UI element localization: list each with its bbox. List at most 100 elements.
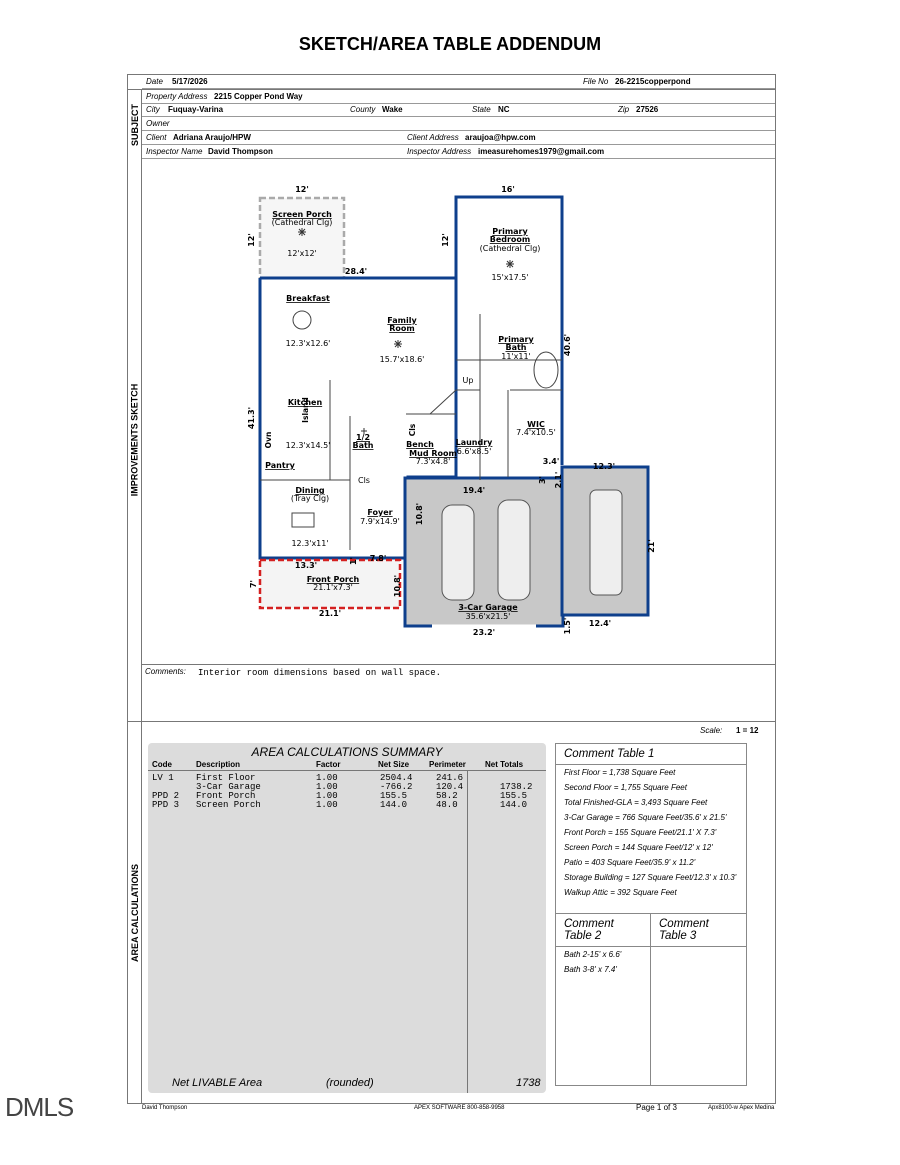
comment-table-1-title: Comment Table 1 <box>556 744 746 765</box>
net-livable-value: 1738 <box>516 1077 541 1089</box>
family-fan-icon <box>394 340 402 348</box>
breakfast-label: Breakfast <box>286 294 330 303</box>
footer-center: APEX SOFTWARE 800-858-9958 <box>414 1105 505 1111</box>
col-description: Description <box>196 760 241 769</box>
primary-bedroom-dim: 15'x17.5' <box>491 273 528 282</box>
comment-table-3: Comment Table 3 <box>650 913 747 1086</box>
comment-line: Patio = 403 Square Feet/35.9' x 11.2' <box>564 858 696 867</box>
comment-line: Total Finished-GLA = 3,493 Square Feet <box>564 798 708 807</box>
scale-label: Scale: <box>700 726 723 735</box>
comment-line: 3-Car Garage = 766 Square Feet/35.6' x 2… <box>564 813 727 822</box>
dim-porch-right: 7.8' <box>370 554 387 563</box>
inspector-row: Inspector Name David Thompson Inspector … <box>142 145 775 159</box>
family-room-dim: 15.7'x18.6' <box>380 355 425 364</box>
summary-rule <box>148 770 546 771</box>
city-row: City Fuquay-Varina County Wake State NC … <box>142 103 775 117</box>
footer-right: Apx8100-w Apex Medina <box>708 1105 775 1111</box>
bathtub <box>533 351 559 389</box>
inspector-label: Inspector Name <box>146 147 203 156</box>
comment-table-2-title: Comment Table 2 <box>556 914 651 947</box>
floor-plan-sketch: Screen Porch (Cathedral Clg) 12'x12' Pri… <box>247 185 656 637</box>
file-value: 26-2215copperpond <box>615 77 691 86</box>
dim-bedroom-width: 16' <box>501 185 515 194</box>
footer-left: David Thompson <box>142 1105 188 1111</box>
primary-bath-label-2: Bath <box>505 343 526 352</box>
dining-table <box>291 512 315 528</box>
comment-table-2: Comment Table 2 Bath 2-15' x 6.6' Bath 3-… <box>555 913 652 1086</box>
address-value: 2215 Copper Pond Way <box>214 92 303 101</box>
dim-bedroom-offset: 12' <box>441 233 450 247</box>
breakfast-table <box>292 310 312 330</box>
area-summary-cell: LV 1 <box>152 773 174 783</box>
dim-bay-width: 12.3' <box>593 462 615 471</box>
stair-closet-label: Cls <box>408 423 417 436</box>
half-bath-label-2: Bath <box>352 441 373 450</box>
comments-divider <box>142 664 775 665</box>
island-label: Island <box>301 397 310 423</box>
area-summary-panel: AREA CALCULATIONS SUMMARY Code Descripti… <box>148 743 546 1093</box>
subject-section-label: SUBJECT <box>128 89 142 160</box>
area-summary-cell: 144.0 <box>380 800 408 810</box>
primary-bath-dim: 11'x11' <box>501 352 531 361</box>
col-factor: Factor <box>316 760 341 769</box>
comment-line: Walkup Attic = 392 Square Feet <box>564 888 677 897</box>
car-1 <box>441 504 475 601</box>
area-divider <box>128 721 775 722</box>
area-summary-cell: 144.0 <box>500 800 528 810</box>
area-summary-cell: PPD 3 <box>152 800 180 810</box>
area-summary-cell: Screen Porch <box>196 800 261 810</box>
col-net-totals: Net Totals <box>485 760 524 769</box>
page-title: SKETCH/AREA TABLE ADDENDUM <box>298 34 602 54</box>
foyer-label: Foyer <box>367 508 392 517</box>
dim-east-wall: 40.6' <box>563 334 572 356</box>
front-porch-dim: 21.1'x7.3' <box>313 583 353 592</box>
client-address-value: araujoa@hpw.com <box>465 133 536 142</box>
family-room-label-2: Room <box>389 324 415 333</box>
dim-small-jog: 3.4' <box>543 457 560 466</box>
dim-bay-depth: 21' <box>647 539 656 553</box>
col-perimeter: Perimeter <box>429 760 466 769</box>
screen-porch-dim: 12'x12' <box>287 249 317 258</box>
comment-table-1: Comment Table 1 First Floor = 1,738 Squa… <box>555 743 747 915</box>
state-value: NC <box>498 105 510 114</box>
dim-garage-front: 23.2' <box>473 628 495 637</box>
area-summary-cell: 1.00 <box>316 800 338 810</box>
pantry-label: Pantry <box>265 461 296 470</box>
laundry-label: Laundry <box>456 438 494 447</box>
closet-label: Cls <box>358 476 370 485</box>
stairs-up-label: Up <box>463 376 474 385</box>
bench-label: Bench <box>406 440 434 449</box>
dim-porch-left: 13.3' <box>295 561 317 570</box>
kitchen-dim: 12.3'x14.5' <box>286 441 331 450</box>
comment-line: Screen Porch = 144 Square Feet/12' x 12' <box>564 843 713 852</box>
comment-line: Bath 2-15' x 6.6' <box>564 950 622 959</box>
inspector-address-label: Inspector Address <box>407 147 472 156</box>
dim-porch-width: 21.1' <box>319 609 341 618</box>
state-label: State <box>472 105 491 114</box>
rounded-label: (rounded) <box>326 1077 374 1089</box>
garage-dim: 35.6'x21.5' <box>466 612 511 621</box>
county-value: Wake <box>382 105 403 114</box>
col-net-size: Net Size <box>378 760 410 769</box>
screen-porch-fan-icon <box>298 228 306 236</box>
date-value: 5/17/2026 <box>172 77 208 86</box>
inspector-value: David Thompson <box>208 147 273 156</box>
area-summary-title: AREA CALCULATIONS SUMMARY <box>251 745 443 759</box>
garage-label: 3-Car Garage <box>458 603 518 612</box>
dim-garage-back: 19.4' <box>463 486 485 495</box>
dim-garage-jog: 10.8' <box>415 503 424 525</box>
client-value: Adriana Araujo/HPW <box>173 133 251 142</box>
dim-2-1: 2.1' <box>554 472 563 489</box>
comment-line: Second Floor = 1,755 Square Feet <box>564 783 687 792</box>
city-value: Fuquay-Varina <box>168 105 224 114</box>
screen-porch-sub: (Cathedral Clg) <box>272 218 333 227</box>
col-code: Code <box>152 760 172 769</box>
bedroom-fan-icon <box>506 260 514 268</box>
dim-north-wall: 28.4' <box>345 267 367 276</box>
client-row: Client Adriana Araujo/HPW Client Address… <box>142 131 775 145</box>
comment-line: Storage Building = 127 Square Feet/12.3'… <box>564 873 737 882</box>
net-livable-label: Net LIVABLE Area <box>172 1077 263 1089</box>
laundry-dim: 6.6'x8.5' <box>457 447 492 456</box>
primary-bedroom-label-2: Bedroom <box>490 235 531 244</box>
zip-value: 27526 <box>636 105 659 114</box>
